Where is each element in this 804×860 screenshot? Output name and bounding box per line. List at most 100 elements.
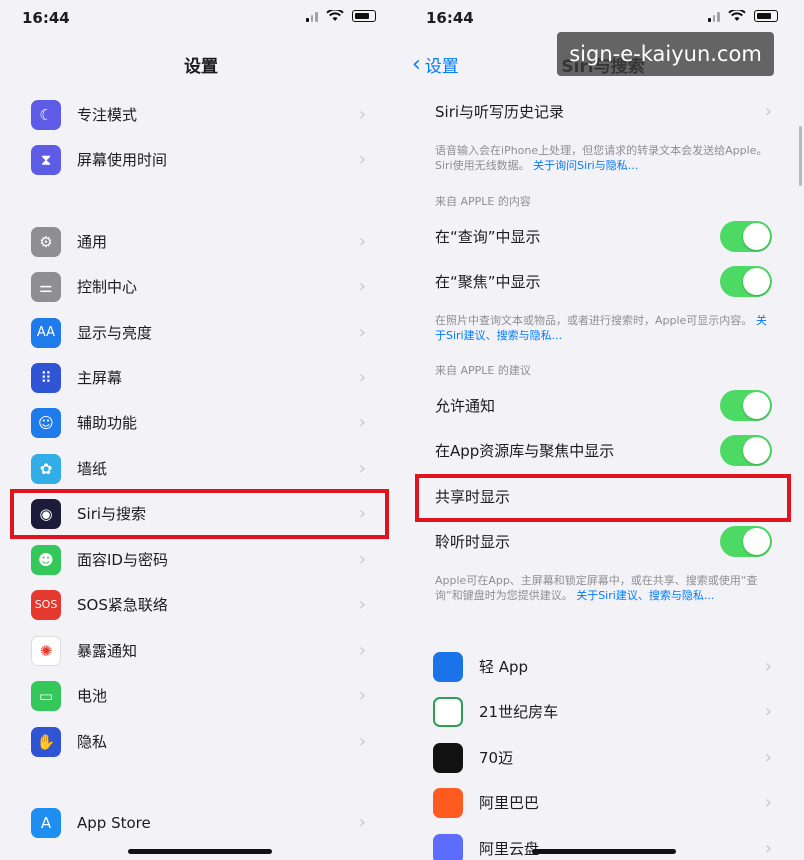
- library-toggle[interactable]: [720, 435, 772, 466]
- row-label: 控制中心: [77, 278, 138, 296]
- chevron-right-icon: ›: [358, 231, 366, 252]
- wifi-icon: [728, 10, 746, 21]
- chevron-right-icon: ›: [358, 149, 366, 170]
- settings-row[interactable]: ⚌ 控制中心 ›: [0, 264, 402, 309]
- listen-toggle[interactable]: [720, 526, 772, 557]
- accessibility-icon: ☺: [31, 407, 61, 438]
- siri-privacy-note: 语音输入会在iPhone上处理，但您请求的转录文本会发送给Apple。Siri使…: [435, 143, 774, 173]
- row-label: 隐私: [77, 733, 108, 751]
- row-label: 显示与亮度: [77, 324, 153, 342]
- row-label: 主屏幕: [77, 369, 123, 387]
- chevron-right-icon: ›: [358, 685, 366, 706]
- status-time: 16:44: [22, 9, 70, 27]
- row-label: 通用: [77, 233, 108, 251]
- chevron-right-icon: ›: [764, 656, 772, 677]
- apple-suggestions-note: Apple可在App、主屏幕和锁定屏幕中，或在共享、搜索或使用“查询”和键盘时为…: [435, 573, 774, 603]
- rv-21-icon: [433, 696, 463, 727]
- settings-row[interactable]: ⠿ 主屏幕 ›: [0, 355, 402, 400]
- chevron-right-icon: ›: [358, 731, 366, 752]
- chevron-right-icon: ›: [764, 701, 772, 722]
- app-row[interactable]: 阿里云盘 ›: [402, 826, 804, 860]
- row-label: 聆听时显示: [435, 533, 511, 551]
- chevron-right-icon: ›: [358, 276, 366, 297]
- app-store-icon: A: [31, 807, 61, 838]
- battery-status-icon: [754, 10, 778, 22]
- settings-row[interactable]: AA 显示与亮度 ›: [0, 310, 402, 355]
- library-row: 在App资源库与聚焦中显示: [402, 428, 804, 473]
- chevron-right-icon: ›: [764, 101, 772, 122]
- row-label: 专注模式: [77, 106, 138, 124]
- chevron-right-icon: ›: [358, 367, 366, 388]
- exposure-icon: ✺: [31, 635, 61, 666]
- row-label: 70迈: [479, 749, 514, 767]
- app-row[interactable]: 21世纪房车 ›: [402, 689, 804, 734]
- note-text: 在照片中查询文本或物品，或者进行搜索时，Apple可显示内容。: [435, 314, 753, 327]
- moon-icon: ☾: [31, 99, 61, 130]
- scroll-indicator[interactable]: [799, 126, 802, 186]
- row-label: 允许通知: [435, 397, 496, 415]
- row-label: 电池: [77, 687, 108, 705]
- siri-privacy-link[interactable]: 关于询问Siri与隐私...: [533, 159, 638, 172]
- row-label: 在App资源库与聚焦中显示: [435, 442, 615, 460]
- status-bar: 16:44: [0, 0, 402, 36]
- notify-row: 允许通知: [402, 383, 804, 428]
- app-row[interactable]: 70迈 ›: [402, 735, 804, 780]
- app-row[interactable]: 阿里巴巴 ›: [402, 780, 804, 825]
- chevron-right-icon: ›: [358, 812, 366, 833]
- highlight-share-row: [415, 474, 791, 522]
- signal-icon: [708, 10, 721, 22]
- nav-bar: 设置: [0, 44, 402, 84]
- siri-history-row[interactable]: Siri与听写历史记录 ›: [402, 89, 804, 134]
- wifi-icon: [326, 10, 344, 21]
- settings-row[interactable]: ✋ 隐私 ›: [0, 719, 402, 764]
- notify-toggle[interactable]: [720, 390, 772, 421]
- settings-row[interactable]: ⧗ 屏幕使用时间 ›: [0, 137, 402, 182]
- chevron-right-icon: ›: [358, 458, 366, 479]
- alibaba-icon: [433, 787, 463, 818]
- settings-pane: 16:44 设置 ☾ 专注模式 › ⧗ 屏幕使用时间 › ⚙ 通用 › ⚌ 控制中心 › AA 显示与亮度…: [0, 0, 402, 860]
- settings-row[interactable]: A App Store ›: [0, 800, 402, 845]
- hand-icon: ✋: [31, 726, 61, 757]
- page-title: 设置: [184, 57, 218, 77]
- chevron-right-icon: ›: [358, 322, 366, 343]
- settings-row[interactable]: ⚙ 通用 ›: [0, 219, 402, 264]
- row-label: 墙纸: [77, 460, 108, 478]
- settings-row[interactable]: ☾ 专注模式 ›: [0, 92, 402, 137]
- row-label: App Store: [77, 813, 151, 832]
- status-time: 16:44: [426, 9, 474, 27]
- row-label: 阿里巴巴: [479, 794, 540, 812]
- face-id-icon: ☻: [31, 544, 61, 575]
- chevron-right-icon: ›: [764, 792, 772, 813]
- sos-icon: SOS: [31, 589, 61, 620]
- spotlight-toggle[interactable]: [720, 266, 772, 297]
- row-label: 21世纪房车: [479, 703, 559, 721]
- home-indicator: [532, 849, 676, 854]
- section-header-suggestions: 来自 APPLE 的建议: [435, 364, 531, 377]
- row-label: 面容ID与密码: [77, 551, 168, 569]
- home-indicator: [128, 849, 272, 854]
- siri-search-pane: 16:44 ‹ 设置 Siri与搜索 Siri与听写历史记录 › 语音输入会在i…: [402, 0, 804, 860]
- row-label: 暴露通知: [77, 642, 138, 660]
- watermark: sign-e-kaiyun.com: [557, 32, 774, 76]
- hourglass-icon: ⧗: [31, 144, 61, 175]
- chevron-right-icon: ›: [358, 104, 366, 125]
- settings-row[interactable]: ✺ 暴露通知 ›: [0, 628, 402, 673]
- flower-icon: ✿: [31, 453, 61, 484]
- 70mai-icon: [433, 742, 463, 773]
- settings-row[interactable]: ▭ 电池 ›: [0, 673, 402, 718]
- lookup-toggle[interactable]: [720, 221, 772, 252]
- aliyun-drive-icon: [433, 833, 463, 860]
- chevron-right-icon: ›: [358, 549, 366, 570]
- row-label: 辅助功能: [77, 414, 138, 432]
- apple-suggestions-link[interactable]: 关于Siri建议、搜索与隐私...: [576, 589, 714, 602]
- suggestions-note: 在照片中查询文本或物品，或者进行搜索时，Apple可显示内容。 关于Siri建议…: [435, 313, 774, 343]
- settings-row[interactable]: SOS SOS紧急联络 ›: [0, 582, 402, 627]
- settings-row[interactable]: ☻ 面容ID与密码 ›: [0, 537, 402, 582]
- chevron-right-icon: ›: [764, 747, 772, 768]
- listen-row: 聆听时显示: [402, 519, 804, 564]
- settings-row[interactable]: ☺ 辅助功能 ›: [0, 400, 402, 445]
- row-label: 轻 App: [479, 658, 529, 676]
- app-row[interactable]: 轻 App ›: [402, 644, 804, 689]
- text-size-icon: AA: [31, 317, 61, 348]
- settings-row[interactable]: ✿ 墙纸 ›: [0, 446, 402, 491]
